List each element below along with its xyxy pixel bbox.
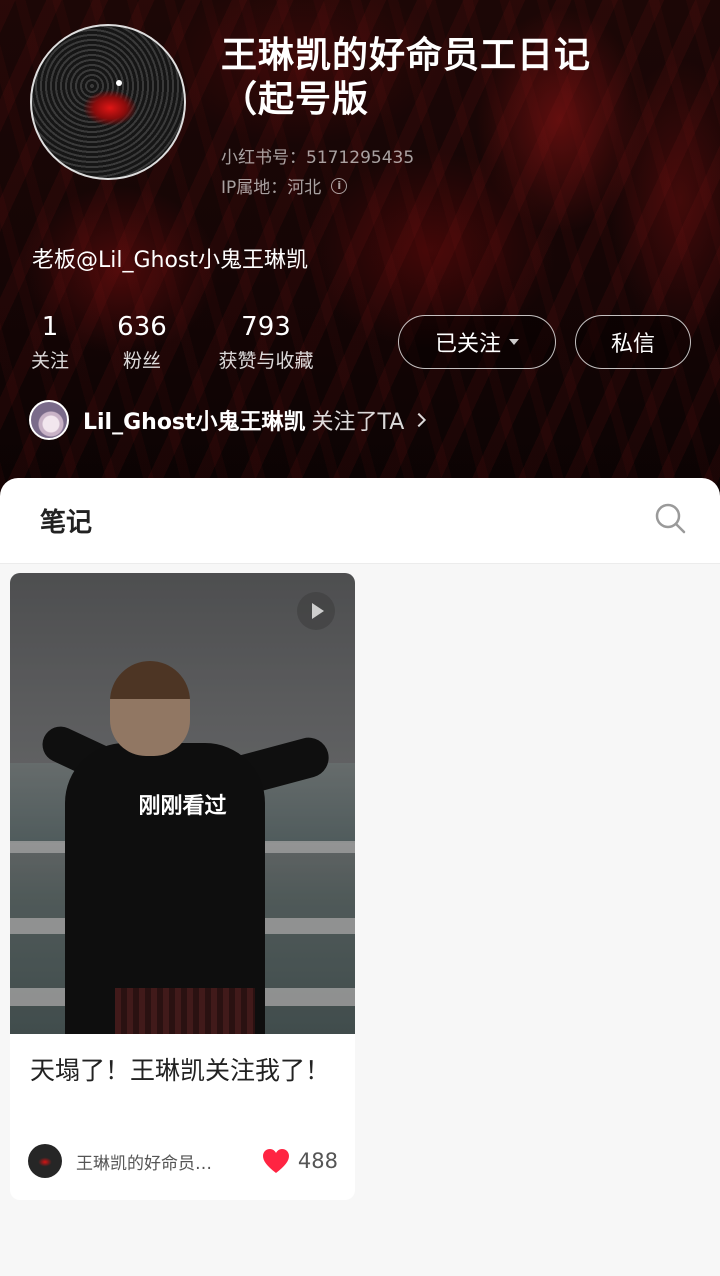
avatar-eye-glint — [116, 80, 122, 86]
followed-by-row[interactable]: Lil_Ghost小鬼王琳凯 关注了TA — [29, 400, 427, 440]
followed-by-suffix: 关注了TA — [311, 410, 405, 435]
ip-location-row: IP属地：河北 i — [221, 173, 348, 198]
stat-following[interactable]: 1 关注 — [22, 310, 78, 373]
message-button[interactable]: 私信 — [575, 315, 691, 369]
like-count: 488 — [297, 1149, 338, 1173]
play-icon — [297, 592, 335, 630]
just-viewed-label: 刚刚看过 — [138, 794, 227, 819]
ip-location: IP属地：河北 — [221, 178, 322, 198]
followed-button[interactable]: 已关注 — [398, 315, 556, 369]
search-icon[interactable] — [654, 502, 686, 534]
chevron-right-icon — [412, 412, 427, 428]
followed-button-label: 已关注 — [434, 332, 501, 357]
stat-following-label: 关注 — [30, 350, 69, 372]
stat-likes-value: 793 — [241, 312, 291, 342]
author-avatar[interactable] — [28, 1144, 62, 1178]
heart-icon — [262, 1149, 289, 1173]
profile-header: 王琳凯的好命员工日记（起号版 小红书号：5171295435 IP属地：河北 i… — [0, 0, 720, 500]
stat-fans-value: 636 — [117, 312, 167, 342]
author-name[interactable]: 王琳凯的好命员… — [76, 1149, 236, 1174]
redbook-id[interactable]: 小红书号：5171295435 — [221, 143, 414, 168]
follower-name: Lil_Ghost小鬼王琳凯 — [83, 410, 306, 435]
caret-down-icon — [509, 339, 519, 345]
stat-fans[interactable]: 636 粉丝 — [102, 310, 182, 373]
stat-likes-label: 获赞与收藏 — [218, 350, 314, 372]
note-title[interactable]: 天塌了！王琳凯关注我了！ — [30, 1051, 335, 1090]
profile-avatar[interactable] — [30, 24, 186, 180]
note-card[interactable]: 刚刚看过 天塌了！王琳凯关注我了！ 王琳凯的好命员… 488 — [10, 573, 355, 1200]
stat-likes-collects[interactable]: 793 获赞与收藏 — [200, 310, 332, 373]
note-footer: 王琳凯的好命员… 488 — [28, 1143, 338, 1179]
stat-fans-label: 粉丝 — [122, 350, 161, 372]
note-cover[interactable]: 刚刚看过 — [10, 573, 355, 1034]
content-tabbar: 笔记 — [0, 478, 720, 564]
follower-avatar — [29, 400, 69, 440]
like-button[interactable]: 488 — [262, 1148, 338, 1174]
tab-notes[interactable]: 笔记 — [40, 502, 92, 539]
message-button-label: 私信 — [610, 332, 655, 357]
info-icon[interactable]: i — [331, 177, 348, 194]
profile-bio[interactable]: 老板@Lil_Ghost小鬼王琳凯 — [32, 242, 308, 274]
profile-name: 王琳凯的好命员工日记（起号版 — [221, 35, 592, 120]
stat-following-value: 1 — [41, 312, 59, 342]
